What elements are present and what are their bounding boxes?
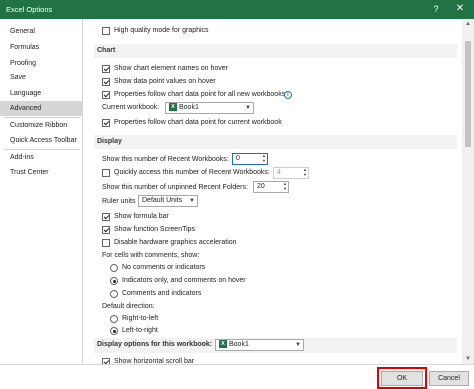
ruler-units-dropdown[interactable]: Default Units ▼ (138, 195, 198, 207)
sidebar-item-customize-ribbon[interactable]: Customize Ribbon (0, 118, 83, 133)
checkbox[interactable] (102, 65, 110, 73)
unpinned-folders-spinner[interactable]: 20 ▲ ▼ (253, 181, 289, 193)
spinner-value: 4 (277, 169, 281, 176)
sidebar-item-quick-access-toolbar[interactable]: Quick Access Toolbar (0, 133, 83, 148)
ok-highlight-box (377, 367, 427, 389)
settings-panel: High quality mode for graphics Chart Sho… (88, 19, 462, 364)
sidebar-item-proofing[interactable]: Proofing (0, 56, 83, 71)
checkbox[interactable] (102, 27, 110, 35)
close-icon[interactable]: ✕ (454, 3, 466, 15)
radio-button[interactable] (110, 315, 118, 323)
option-label: Indicators only, and comments on hover (122, 277, 246, 284)
recent-workbooks-spinner[interactable]: 0 ▲ ▼ (232, 153, 268, 165)
option-label: Quickly access this number of Recent Wor… (114, 169, 270, 176)
chart-section-heading: Chart (94, 44, 457, 58)
spinner-value: 0 (236, 155, 240, 162)
info-icon[interactable]: i (284, 91, 292, 99)
direction-label: Default direction: (102, 303, 155, 310)
sidebar-item-trust-center[interactable]: Trust Center (0, 165, 83, 180)
radio-button[interactable] (110, 277, 118, 285)
radio-button[interactable] (110, 290, 118, 298)
option-label: Right-to-left (122, 315, 159, 322)
sidebar-item-save[interactable]: Save (0, 70, 83, 85)
chevron-down-icon: ▼ (295, 342, 301, 348)
sidebar-item-formulas[interactable]: Formulas (0, 40, 83, 55)
quick-access-spinner[interactable]: 4 ▲ ▼ (273, 167, 309, 179)
option-label: Show function ScreenTips (114, 226, 196, 233)
option-label: Properties follow chart data point for c… (114, 119, 282, 126)
checkbox[interactable] (102, 213, 110, 221)
comments-label: For cells with comments, show: (102, 252, 200, 259)
spinner-arrows-icon[interactable]: ▲ ▼ (283, 181, 287, 191)
sidebar-item-language[interactable]: Language (0, 86, 83, 101)
dropdown-value: Default Units (142, 197, 183, 204)
display-section-heading: Display (94, 135, 457, 149)
spinner-arrows-icon[interactable]: ▲ ▼ (262, 153, 266, 163)
checkbox[interactable] (102, 78, 110, 86)
chevron-down-icon: ▼ (189, 198, 195, 204)
excel-workbook-icon: X (169, 103, 177, 112)
dropdown-value: Book1 (179, 104, 199, 111)
spinner-value: 20 (257, 183, 265, 190)
option-label: Show data point values on hover (114, 78, 216, 85)
scroll-up-icon[interactable]: ▲ (462, 19, 474, 29)
title-bar: Excel Options ? ✕ (0, 0, 474, 19)
sidebar: General Formulas Proofing Save Language … (0, 19, 83, 364)
option-label: Show horizontal scroll bar (114, 358, 195, 364)
help-icon[interactable]: ? (430, 4, 442, 16)
option-label: Left-to-right (122, 327, 158, 334)
recent-workbooks-label: Show this number of Recent Workbooks: (102, 156, 229, 163)
option-label: Disable hardware graphics acceleration (114, 239, 237, 246)
checkbox[interactable] (102, 239, 110, 247)
dropdown-value: Book1 (229, 341, 249, 348)
vertical-scrollbar[interactable]: ▲ ▼ (462, 19, 474, 364)
radio-button[interactable] (110, 264, 118, 272)
scrollbar-thumb[interactable] (465, 41, 471, 147)
unpinned-folders-label: Show this number of unpinned Recent Fold… (102, 184, 248, 191)
option-label: Properties follow chart data point for a… (114, 91, 286, 98)
excel-workbook-icon: X (219, 340, 227, 349)
option-label: No comments or indicators (122, 264, 206, 271)
option-label: Comments and indicators (122, 290, 202, 297)
section-heading-label: Display options for this workbook: (97, 341, 213, 348)
checkbox[interactable] (102, 226, 110, 234)
option-label: High quality mode for graphics (114, 27, 209, 34)
cancel-button[interactable]: Cancel (429, 371, 469, 386)
chevron-down-icon: ▼ (245, 105, 251, 111)
sidebar-item-advanced[interactable]: Advanced (0, 101, 83, 116)
option-label: Show formula bar (114, 213, 169, 220)
current-workbook-dropdown[interactable]: X Book1 ▼ (165, 102, 254, 114)
spinner-arrows-icon: ▲ ▼ (303, 167, 307, 177)
checkbox[interactable] (102, 119, 110, 127)
current-workbook-label: Current workbook: (102, 104, 160, 111)
checkbox[interactable] (102, 169, 110, 177)
scroll-down-icon[interactable]: ▼ (462, 354, 474, 364)
checkbox[interactable] (102, 91, 110, 99)
option-label: Show chart element names on hover (114, 65, 229, 72)
radio-button[interactable] (110, 327, 118, 335)
sidebar-item-add-ins[interactable]: Add-ins (0, 150, 83, 165)
display-workbook-dropdown[interactable]: X Book1 ▼ (215, 339, 304, 351)
window-title: Excel Options (6, 5, 53, 14)
sidebar-item-general[interactable]: General (0, 24, 83, 39)
ruler-units-label: Ruler units (102, 198, 136, 205)
